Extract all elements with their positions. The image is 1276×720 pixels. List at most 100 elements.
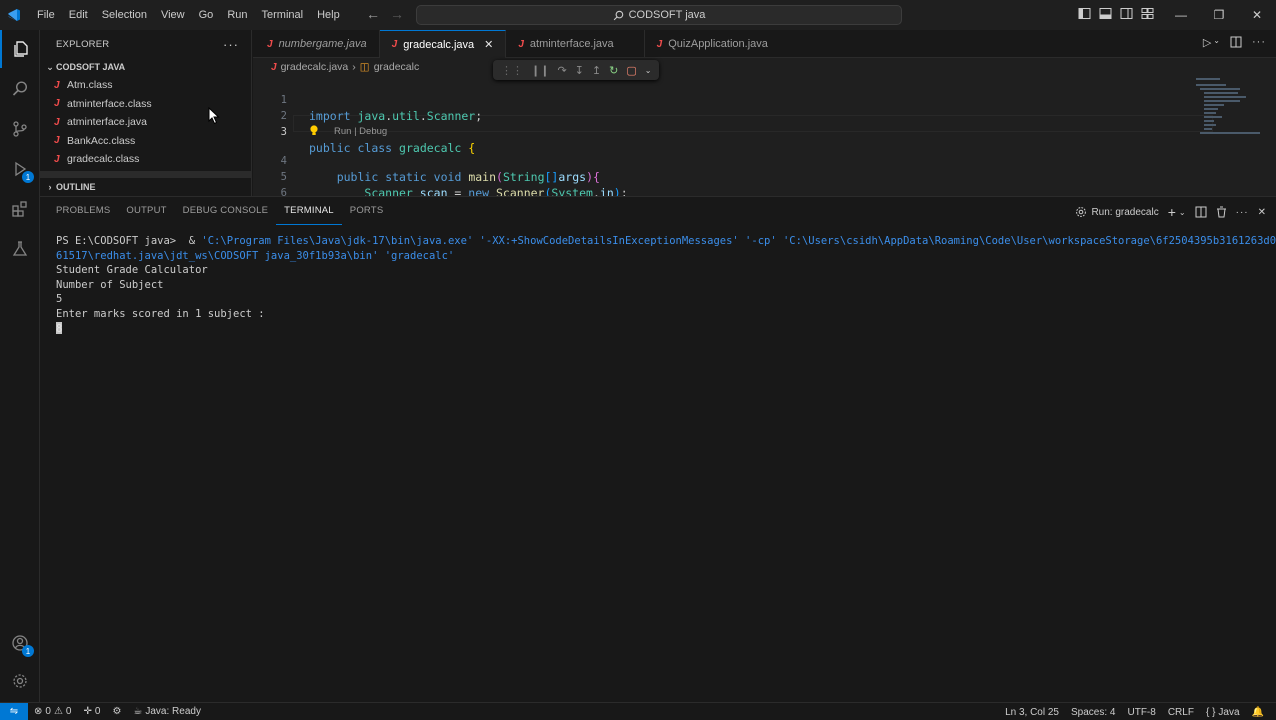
menu-edit[interactable]: Edit xyxy=(62,0,95,30)
language-label: Java xyxy=(1218,706,1240,718)
tab-numbergame[interactable]: J numbergame.java xyxy=(253,30,380,58)
error-icon: ⊗ xyxy=(34,706,43,717)
testing-flask-icon[interactable] xyxy=(0,230,40,268)
stop-icon[interactable]: ▢ xyxy=(626,64,636,77)
menu-run[interactable]: Run xyxy=(220,0,254,30)
editor-more-icon[interactable]: ··· xyxy=(1252,36,1266,49)
tab-problems[interactable]: PROBLEMS xyxy=(48,197,118,225)
close-window-icon[interactable]: ✕ xyxy=(1238,0,1276,30)
java-file-icon: J xyxy=(54,98,60,110)
run-and-debug-icon[interactable]: 1 xyxy=(0,150,40,188)
outline-section[interactable]: › OUTLINE xyxy=(40,177,251,195)
error-count: 0 xyxy=(45,706,51,717)
panel-more-icon[interactable]: ··· xyxy=(1236,207,1249,218)
accounts-icon[interactable]: 1 xyxy=(0,624,40,662)
terminal-instance[interactable]: Run: gradecalc xyxy=(1075,206,1159,218)
chevron-down-icon: ⌄ xyxy=(46,61,54,72)
breadcrumb-file[interactable]: gradecalc.java xyxy=(281,61,349,73)
search-sidebar-icon[interactable] xyxy=(0,70,40,108)
source-control-icon[interactable] xyxy=(0,110,40,148)
java-file-icon: J xyxy=(267,38,273,50)
pause-icon[interactable]: ❙❙ xyxy=(531,64,549,77)
customize-layout-icon[interactable] xyxy=(1141,7,1154,20)
menu-file[interactable]: File xyxy=(30,0,62,30)
ports-status[interactable]: ✛ 0 xyxy=(77,706,106,717)
java-status[interactable]: ☕ Java: Ready xyxy=(127,706,207,717)
back-arrow-icon[interactable]: ← xyxy=(366,6,380,22)
file-item[interactable]: Jgradecalc.class xyxy=(40,150,251,169)
new-terminal-icon[interactable]: + xyxy=(1168,204,1176,220)
menu-help[interactable]: Help xyxy=(310,0,347,30)
tab-ports[interactable]: PORTS xyxy=(342,197,392,225)
cursor-position[interactable]: Ln 3, Col 25 xyxy=(999,707,1065,718)
file-item[interactable]: J Atm.class xyxy=(40,76,251,95)
remote-indicator-icon[interactable]: ⇋ xyxy=(0,702,28,720)
explorer-icon[interactable] xyxy=(0,30,40,68)
braces-icon: { } xyxy=(1205,706,1216,718)
tab-label: atminterface.java xyxy=(529,38,614,50)
breadcrumb: J gradecalc.java › ◫ gradecalc xyxy=(253,58,1276,76)
java-status-label: Java: Ready xyxy=(145,706,201,717)
more-actions-icon[interactable]: ··· xyxy=(223,37,239,52)
menu-go[interactable]: Go xyxy=(192,0,221,30)
tab-gradecalc[interactable]: J gradecalc.java ✕ xyxy=(379,30,507,58)
extensions-icon[interactable] xyxy=(0,190,40,228)
menu-view[interactable]: View xyxy=(154,0,192,30)
notifications-bell-icon[interactable]: 🔔 xyxy=(1246,707,1270,718)
drag-handle-icon[interactable]: ⋮⋮ xyxy=(501,64,523,77)
forward-arrow-icon[interactable]: → xyxy=(390,6,404,22)
outline-label: OUTLINE xyxy=(56,181,96,192)
java-file-icon: J xyxy=(271,61,277,73)
split-terminal-icon[interactable] xyxy=(1195,206,1207,218)
terminal-prompt: PS E:\CODSOFT java> & xyxy=(56,235,202,247)
step-out-icon[interactable]: ↥ xyxy=(592,64,601,77)
split-editor-icon[interactable] xyxy=(1230,36,1242,48)
tab-output[interactable]: OUTPUT xyxy=(118,197,174,225)
tab-terminal[interactable]: TERMINAL xyxy=(276,197,342,225)
run-dropdown-icon[interactable]: ⌄ xyxy=(1213,36,1220,49)
step-over-icon[interactable]: ↷ xyxy=(557,64,566,77)
minimap[interactable] xyxy=(1194,76,1266,146)
tab-label: gradecalc.java xyxy=(403,38,475,51)
codelens-run-debug[interactable]: Run | Debug xyxy=(334,126,387,137)
close-panel-icon[interactable]: ✕ xyxy=(1258,207,1266,218)
gear-icon xyxy=(1076,207,1087,217)
toggle-secondary-sidebar-icon[interactable] xyxy=(1120,7,1133,20)
terminal-output-line: Student Grade Calculator xyxy=(56,264,208,277)
encoding[interactable]: UTF-8 xyxy=(1121,707,1161,718)
breadcrumb-symbol[interactable]: gradecalc xyxy=(374,61,420,73)
toggle-panel-icon[interactable] xyxy=(1099,7,1112,20)
ports-icon: ✛ xyxy=(83,706,92,717)
workspace-folder[interactable]: ⌄ CODSOFT JAVA xyxy=(40,58,251,76)
file-item[interactable]: J BankAcc.class xyxy=(40,132,251,151)
trash-icon[interactable] xyxy=(1216,206,1227,218)
run-java-icon[interactable]: ▷ xyxy=(1203,36,1211,49)
restart-icon[interactable]: ↻ xyxy=(609,64,618,77)
minimize-icon[interactable]: — xyxy=(1162,0,1200,30)
chevron-down-icon[interactable]: ⌄ xyxy=(645,66,652,75)
menu-selection[interactable]: Selection xyxy=(95,0,154,30)
mouse-pointer-icon xyxy=(208,107,220,125)
tab-debug-console[interactable]: DEBUG CONSOLE xyxy=(175,197,276,225)
command-center-search[interactable]: CODSOFT java xyxy=(416,5,902,25)
toggle-primary-sidebar-icon[interactable] xyxy=(1078,7,1091,20)
manage-gear-icon[interactable] xyxy=(0,662,40,700)
file-name: Atm.class xyxy=(67,79,113,92)
terminal-output[interactable]: PS E:\CODSOFT java> & 'C:\Program Files\… xyxy=(56,234,1276,336)
menu-terminal[interactable]: Terminal xyxy=(255,0,311,30)
chevron-down-icon[interactable]: ⌄ xyxy=(1179,208,1186,217)
tab-atminterface[interactable]: J atminterface.java xyxy=(506,30,645,58)
problems-status[interactable]: ⊗ 0 ⚠ 0 xyxy=(28,706,77,717)
activity-bar: 1 1 xyxy=(0,30,40,702)
language-mode[interactable]: { } Java xyxy=(1200,707,1246,718)
menu-bar: File Edit Selection View Go Run Terminal… xyxy=(30,0,347,30)
terminal-cursor xyxy=(56,321,63,334)
close-tab-icon[interactable]: ✕ xyxy=(484,38,493,51)
breadcrumb-separator-icon: › xyxy=(352,61,356,73)
restore-icon[interactable]: ❐ xyxy=(1200,0,1238,30)
step-into-icon[interactable]: ↧ xyxy=(575,64,584,77)
tab-quizapplication[interactable]: J QuizApplication.java xyxy=(645,30,780,58)
line-endings[interactable]: CRLF xyxy=(1162,707,1200,718)
debug-status-icon[interactable]: ⚙ xyxy=(106,706,127,717)
indentation[interactable]: Spaces: 4 xyxy=(1065,707,1121,718)
